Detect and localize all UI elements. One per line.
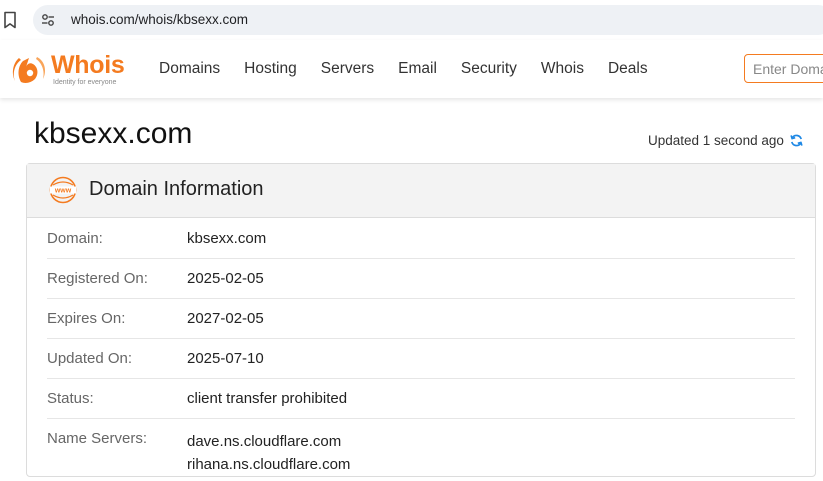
card-header: www Domain Information	[27, 164, 815, 218]
row-value: 2025-02-05	[187, 270, 264, 287]
row-domain: Domain: kbsexx.com	[47, 219, 795, 259]
nav-deals[interactable]: Deals	[608, 60, 648, 78]
card-title: Domain Information	[89, 178, 264, 200]
nav-security[interactable]: Security	[461, 60, 517, 78]
row-label: Status:	[47, 390, 94, 407]
name-server: dave.ns.cloudflare.com	[187, 433, 342, 450]
nav-whois[interactable]: Whois	[541, 60, 584, 78]
domain-search-box	[744, 54, 823, 83]
row-value: client transfer prohibited	[187, 390, 348, 407]
logo-tagline: Identity for everyone	[53, 79, 117, 86]
row-value: kbsexx.com	[187, 230, 267, 247]
site-info-icon[interactable]	[41, 13, 55, 27]
name-server: rihana.ns.cloudflare.com	[187, 456, 351, 473]
row-label: Name Servers:	[47, 430, 148, 447]
row-label: Registered On:	[47, 270, 148, 287]
address-bar[interactable]: whois.com/whois/kbsexx.com	[33, 5, 823, 35]
nav-email[interactable]: Email	[398, 60, 437, 78]
svg-text:www: www	[54, 188, 72, 195]
main-nav: Domains Hosting Servers Email Security W…	[159, 60, 672, 78]
www-icon: www	[49, 176, 77, 204]
domain-info-rows: Domain: kbsexx.com Registered On: 2025-0…	[47, 219, 795, 479]
updated-status: Updated 1 second ago	[648, 133, 804, 148]
row-name-servers: Name Servers: dave.ns.cloudflare.com rih…	[47, 419, 795, 479]
page-title: kbsexx.com	[34, 117, 193, 150]
refresh-icon[interactable]	[789, 133, 804, 148]
row-status: Status: client transfer prohibited	[47, 379, 795, 419]
browser-toolbar: whois.com/whois/kbsexx.com	[0, 0, 823, 40]
site-header: Whois Identity for everyone Domains Host…	[0, 40, 823, 98]
logo-wordmark: Whois	[51, 51, 125, 79]
name-server-list: dave.ns.cloudflare.com rihana.ns.cloudfl…	[187, 430, 350, 476]
row-updated-on: Updated On: 2025-07-10	[47, 339, 795, 379]
bookmark-icon[interactable]	[3, 11, 17, 29]
url-text[interactable]: whois.com/whois/kbsexx.com	[71, 12, 248, 27]
row-label: Updated On:	[47, 350, 133, 367]
domain-search-input[interactable]	[745, 55, 823, 82]
nav-hosting[interactable]: Hosting	[244, 60, 297, 78]
nav-servers[interactable]: Servers	[321, 60, 374, 78]
row-value: 2025-07-10	[187, 350, 264, 367]
row-registered-on: Registered On: 2025-02-05	[47, 259, 795, 299]
domain-info-card: www Domain Information Domain: kbsexx.co…	[26, 163, 816, 477]
updated-text: Updated 1 second ago	[648, 133, 784, 148]
logo-mark-icon	[12, 57, 45, 83]
row-expires-on: Expires On: 2027-02-05	[47, 299, 795, 339]
row-value: 2027-02-05	[187, 310, 264, 327]
row-label: Expires On:	[47, 310, 126, 327]
whois-logo[interactable]: Whois Identity for everyone	[9, 51, 134, 87]
nav-domains[interactable]: Domains	[159, 60, 220, 78]
row-label: Domain:	[47, 230, 103, 247]
